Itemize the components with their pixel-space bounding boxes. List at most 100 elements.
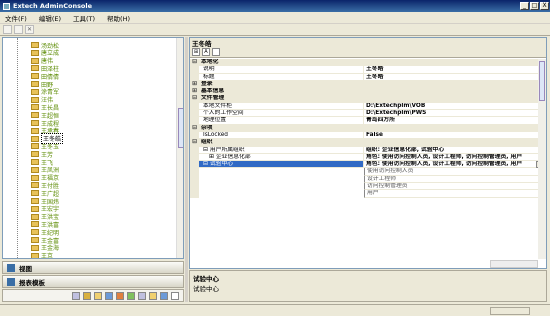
property-name-text: 个人的工作空间	[203, 110, 244, 117]
property-row[interactable]: 用户	[190, 190, 546, 198]
expand-toggle[interactable]: ⊞	[190, 88, 199, 96]
property-row[interactable]: ⊟ 本地化	[190, 59, 546, 67]
nav-report-label: 报表模板	[19, 278, 45, 287]
menu-edit[interactable]: 编辑(E)	[39, 13, 61, 23]
toolbar: ✕	[0, 24, 550, 36]
property-row[interactable]: ⊟ 杂项	[190, 124, 546, 132]
expand-toggle[interactable]: ⊟	[190, 59, 199, 67]
property-row[interactable]: 本地文件柜 D:\Extechplm\VOB	[190, 102, 546, 111]
property-value: 青岛四方所	[364, 117, 546, 125]
property-name: ⊟ 用户所属组织	[199, 146, 364, 154]
menu-file[interactable]: 文件(F)	[5, 13, 27, 23]
menu-tools[interactable]: 工具(T)	[73, 13, 95, 23]
expand-toggle	[190, 73, 199, 81]
horizontal-scrollbar[interactable]	[490, 260, 538, 268]
category-spacer	[364, 81, 546, 89]
property-value: False	[364, 132, 546, 140]
property-name-text: 本地文件柜	[203, 102, 232, 109]
expand-toggle[interactable]	[190, 161, 199, 169]
property-value: 角色: 使用访问控制人员, 设计工程师, 访问控制管理员, 用户	[364, 154, 546, 162]
property-scrollbar[interactable]	[538, 59, 546, 259]
property-value[interactable]: 访问控制管理员	[364, 183, 546, 191]
tree-scrollbar[interactable]	[176, 38, 183, 258]
user-folder-icon	[31, 205, 39, 212]
expand-toggle	[190, 131, 199, 140]
property-row[interactable]: 访问控制管理员	[190, 183, 546, 191]
user-tree[interactable]: 汤劲松 唐立成 唐伟 田泽柱 田倩倩 田野 涂青军 汪伟 王长昌 王超恒 王成程 王承春 王冬皓 王冬玉王…	[2, 37, 184, 259]
expand-toggle[interactable]: ⊞	[209, 154, 214, 160]
folder-icon[interactable]	[94, 291, 102, 300]
property-name: 个人的工作空间	[199, 110, 364, 118]
delete-icon[interactable]: ✕	[25, 25, 34, 34]
property-row[interactable]: IsLocked False	[190, 131, 546, 140]
description-text: 试验中心	[193, 285, 219, 293]
close-button[interactable]: X	[540, 2, 549, 10]
window-title: Extech AdminConsole	[13, 2, 93, 10]
permission-icon[interactable]	[127, 291, 135, 300]
property-row[interactable]: ⊟ 用户所属组织 组织: 企业信息化部, 试验中心	[190, 146, 546, 154]
tree-item[interactable]: 王京	[31, 252, 54, 259]
expand-toggle[interactable]: ⊟	[190, 95, 199, 103]
categorized-icon[interactable]: ⊞	[192, 48, 200, 56]
org-icon[interactable]	[116, 291, 124, 300]
property-row[interactable]: ⊞ 登录	[190, 80, 546, 89]
save-icon[interactable]	[14, 25, 23, 34]
user-folder-icon	[31, 151, 39, 158]
property-grid[interactable]: ⊟ 本地化 说明 王冬皓 标题 王冬皓 ⊞ 登录 ⊞ 基本信息 ⊟ 文件管理 本地文件柜 D:\Extec…	[190, 59, 546, 198]
expand-toggle[interactable]: ⊟	[190, 139, 199, 147]
list-icon[interactable]	[138, 291, 146, 300]
property-row[interactable]: ⊞ 基本信息	[190, 88, 546, 96]
minimize-button[interactable]: _	[520, 2, 529, 10]
splitter[interactable]	[185, 37, 188, 302]
property-row[interactable]: 使用访问控制人员	[190, 168, 546, 176]
property-row[interactable]: ⊞ 企业信息化部 角色: 使用访问控制人员, 设计工程师, 访问控制管理员, 用户	[190, 153, 546, 162]
expand-toggle[interactable]	[190, 153, 199, 162]
new-icon[interactable]	[3, 25, 12, 34]
property-name: 组织	[199, 139, 364, 147]
user-folder-icon	[31, 174, 39, 181]
property-value: 组织: 企业信息化部, 试验中心	[364, 147, 546, 154]
user-icon[interactable]	[72, 291, 80, 300]
nav-report-button[interactable]: 报表模板	[2, 275, 184, 288]
report-template-icon[interactable]	[149, 291, 157, 300]
group-icon[interactable]	[83, 291, 91, 300]
property-name-text: 组织	[201, 139, 213, 146]
expand-toggle[interactable]: ⊟	[190, 124, 199, 132]
user-folder-icon	[31, 73, 39, 80]
property-row[interactable]: 设计工程师	[190, 175, 546, 184]
category-spacer	[364, 125, 546, 132]
property-pages-icon[interactable]	[212, 48, 220, 56]
property-row[interactable]: 地理位置 青岛四方所	[190, 117, 546, 125]
property-row[interactable]: ⊟ 组织	[190, 139, 546, 147]
expand-toggle[interactable]: ⊟	[203, 161, 208, 167]
property-row[interactable]: 标题 王冬皓	[190, 73, 546, 81]
user-folder-icon	[31, 127, 39, 134]
tree-item-label: 王京	[41, 253, 54, 259]
role-icon[interactable]	[105, 291, 113, 300]
property-row[interactable]: 说明 王冬皓	[190, 66, 546, 74]
property-value[interactable]: 用户	[364, 190, 546, 198]
settings-icon[interactable]	[160, 291, 168, 300]
property-row[interactable]: ⊟ 文件管理	[190, 95, 546, 103]
scroll-thumb[interactable]	[178, 108, 183, 148]
expand-toggle[interactable]: ⊟	[203, 147, 208, 153]
view-icon	[7, 263, 15, 272]
more-icon[interactable]	[171, 291, 179, 300]
property-value[interactable]: 设计工程师	[364, 175, 546, 184]
expand-toggle[interactable]	[190, 146, 199, 154]
user-folder-icon	[31, 182, 39, 189]
property-row[interactable]: ⊟试验中心角色: 使用访问控制人员, 设计工程师, 访问控制管理员, 用户▾	[190, 161, 546, 169]
property-name-text: 文件管理	[201, 95, 225, 102]
property-name: 本地文件柜	[199, 102, 364, 111]
property-name-text: 试验中心	[209, 161, 234, 168]
maximize-button[interactable]: □	[530, 2, 539, 10]
scroll-thumb[interactable]	[539, 61, 545, 101]
expand-toggle	[190, 183, 199, 191]
property-value[interactable]: 使用访问控制人员	[364, 168, 546, 176]
menu-help[interactable]: 帮助(H)	[107, 13, 130, 23]
alphabetical-icon[interactable]: A	[202, 48, 210, 56]
property-row[interactable]: 个人的工作空间 D:\Extechplm\PWS	[190, 110, 546, 118]
tree-connector	[17, 38, 18, 258]
nav-view-button[interactable]: 视图	[2, 261, 184, 274]
expand-toggle[interactable]: ⊞	[190, 80, 199, 89]
